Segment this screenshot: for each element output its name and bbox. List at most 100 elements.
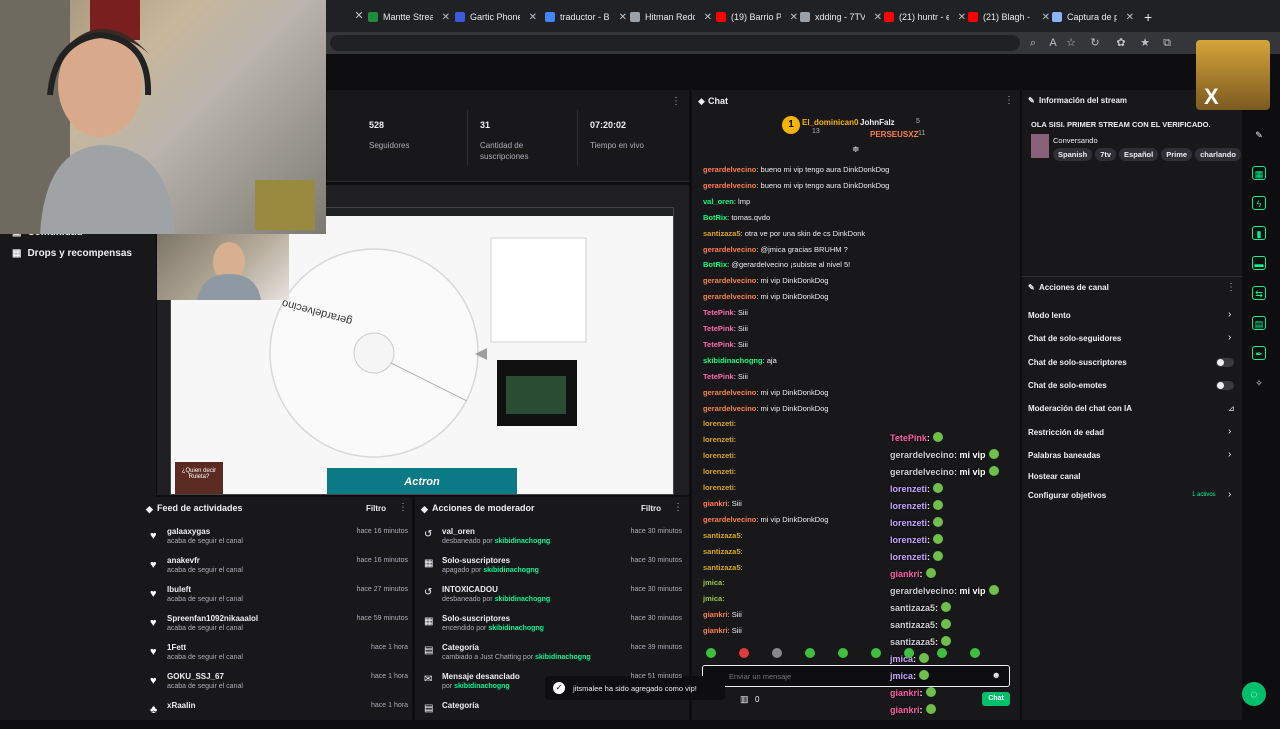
chat-username[interactable]: lorenzeti [703, 483, 734, 492]
leaderboard-top2[interactable]: JohnFalz [860, 118, 895, 127]
chat-send-button[interactable]: Chat [982, 692, 1010, 706]
activity-row[interactable]: ♣ xRaalin hace 1 hora [150, 701, 408, 729]
mod-filter-button[interactable]: Filtro [641, 504, 661, 513]
chat-username[interactable]: gerardelvecino [703, 404, 756, 413]
mod-action-row[interactable]: ▤ Categoría cambiado a Just Chatting por s… [424, 643, 682, 671]
channel-action-item[interactable]: Hostear canal [1028, 472, 1080, 481]
mod-action-row[interactable]: ↺ val_oren desbaneado por skibidinachogng h… [424, 527, 682, 555]
stream-tag[interactable]: Prime [1161, 148, 1193, 161]
activity-user[interactable]: lbuleft [167, 585, 191, 594]
chat-username[interactable]: santizaza5 [703, 563, 741, 572]
chat-username[interactable]: santizaza5 [703, 547, 741, 556]
tab-close-icon[interactable]: ✕ [874, 12, 882, 23]
zoom-icon[interactable]: ⌕ [1026, 36, 1040, 50]
favorites-icon[interactable]: ★ [1138, 36, 1152, 50]
quick-action-ad-icon[interactable]: ▤ [1252, 316, 1266, 330]
quick-action-clip-icon[interactable]: ▮ [1252, 226, 1266, 240]
chat-username[interactable]: TetePink [703, 340, 734, 349]
stream-tag[interactable]: 7tv [1095, 148, 1117, 161]
mod-action-moderator[interactable]: skibidinachogng [495, 596, 551, 603]
emote-shortcut-icon[interactable] [904, 648, 914, 658]
chat-username[interactable]: gerardelvecino [703, 515, 756, 524]
chat-username[interactable]: TetePink [703, 372, 734, 381]
toggle-switch[interactable] [1216, 358, 1234, 367]
activity-row[interactable]: ♥ GOKU_SSJ_67 acaba de seguir el canal hace… [150, 672, 408, 700]
browser-tab[interactable]: Gartic Phone ✕ [455, 6, 537, 28]
channel-points-icon[interactable]: ▥ [740, 694, 749, 705]
browser-tab[interactable]: Hitman Redd ✕ [630, 6, 712, 28]
chat-username[interactable]: gerardelvecino [703, 292, 756, 301]
chat-menu-icon[interactable]: ⋮ [1004, 95, 1014, 106]
quick-action-mod-icon[interactable]: ✒ [1252, 346, 1266, 360]
quick-action-grid-icon[interactable]: ▦ [1252, 166, 1266, 180]
add-action-icon[interactable]: ✧ [1252, 376, 1266, 390]
browser-tab[interactable]: traductor - B ✕ [545, 6, 627, 28]
emote-shortcut-icon[interactable] [970, 648, 980, 658]
nav-item-drops[interactable]: ▦ Drops y recompensas [12, 248, 132, 259]
bookmark-star-icon[interactable]: ☆ [1064, 36, 1078, 50]
channel-actions-menu-icon[interactable]: ⋮ [1226, 282, 1236, 293]
activity-user[interactable]: Spreenfan1092nikaaalol [167, 614, 258, 623]
chat-username[interactable]: gerardelvecino [703, 245, 756, 254]
browser-tab[interactable]: (19) Barrio P ✕ [716, 6, 798, 28]
emote-shortcut-icon[interactable] [739, 648, 749, 658]
tab-close-icon[interactable]: ✕ [958, 12, 966, 23]
chat-username[interactable]: gerardelvecino [703, 388, 756, 397]
mod-action-row[interactable]: ↺ INTOXICADOU desbaneado por skibidinachog… [424, 585, 682, 613]
tab-close-icon[interactable]: ✕ [1126, 12, 1134, 23]
mod-menu-icon[interactable]: ⋮ [673, 502, 683, 513]
activity-user[interactable]: GOKU_SSJ_67 [167, 672, 224, 681]
chat-username[interactable]: jmica [703, 594, 722, 603]
chat-username[interactable]: lorenzeti [703, 419, 734, 428]
new-tab-button[interactable]: + [1144, 6, 1152, 28]
channel-action-item[interactable]: Restricción de edad [1028, 428, 1104, 437]
leaderboard-top1[interactable]: El_dominican0 [802, 118, 858, 127]
tab-close-icon[interactable]: ✕ [619, 12, 627, 23]
stream-tag[interactable]: Español [1119, 148, 1159, 161]
activity-user[interactable]: xRaalin [167, 701, 195, 710]
browser-tab[interactable]: xdding - 7TV ✕ [800, 6, 882, 28]
chat-username[interactable]: skibidinachogng [703, 356, 763, 365]
chat-username[interactable]: giankri [703, 499, 728, 508]
stream-tag[interactable]: Spanish [1053, 148, 1093, 161]
chat-username[interactable]: santizaza5 [703, 531, 741, 540]
chat-username[interactable]: giankri [703, 610, 728, 619]
activity-user[interactable]: anakevfr [167, 556, 200, 565]
read-aloud-icon[interactable]: A [1046, 36, 1060, 50]
tab-close-icon[interactable]: ✕ [1042, 12, 1050, 23]
chat-username[interactable]: BotRix [703, 260, 727, 269]
chat-username[interactable]: santizaza5 [703, 229, 741, 238]
activity-row[interactable]: ♥ lbuleft acaba de seguir el canal hace 27 … [150, 585, 408, 613]
chat-username[interactable]: lorenzeti [703, 467, 734, 476]
emote-shortcut-icon[interactable] [937, 648, 947, 658]
collapse-icon[interactable]: ≑ [852, 144, 860, 155]
help-chat-button[interactable]: ◌ [1242, 682, 1266, 706]
chat-username[interactable]: gerardelvecino [703, 276, 756, 285]
activity-row[interactable]: ♥ galaaxygas acaba de seguir el canal hace … [150, 527, 408, 555]
activity-user[interactable]: galaaxygas [167, 527, 210, 536]
quick-action-raid-icon[interactable]: ⇆ [1252, 286, 1266, 300]
activity-filter-button[interactable]: Filtro [366, 504, 386, 513]
channel-action-item[interactable]: Configurar objetivos [1028, 491, 1106, 500]
edit-icon[interactable]: ✎ [1252, 128, 1266, 142]
toggle-switch[interactable] [1216, 381, 1234, 390]
activity-menu-icon[interactable]: ⋮ [398, 502, 408, 513]
channel-action-item[interactable]: Modo lento [1028, 311, 1071, 320]
chat-username[interactable]: BotRix [703, 213, 727, 222]
collections-icon[interactable]: ⧉ [1160, 36, 1174, 50]
tab-close-icon[interactable]: ✕ [790, 12, 798, 23]
tab-close-icon[interactable]: ✕ [704, 12, 712, 23]
chat-username[interactable]: lorenzeti [703, 435, 734, 444]
address-bar[interactable] [330, 35, 1020, 51]
browser-tab[interactable]: Captura de p ✕ [1052, 6, 1134, 28]
chat-username[interactable]: TetePink [703, 324, 734, 333]
channel-action-item[interactable]: Moderación del chat con IA [1028, 404, 1132, 413]
emote-shortcut-icon[interactable] [772, 648, 782, 658]
emote-picker-icon[interactable]: ☻ [992, 670, 1001, 680]
chat-username[interactable]: giankri [703, 626, 728, 635]
mod-action-moderator[interactable]: skibidinachogng [495, 538, 551, 545]
extension-icon[interactable]: ✿ [1114, 36, 1128, 50]
stream-category[interactable]: Conversando [1053, 136, 1098, 145]
quick-action-bolt-icon[interactable]: ϟ [1252, 196, 1266, 210]
chat-input[interactable]: Enviar un mensaje ☻ [702, 665, 1010, 687]
